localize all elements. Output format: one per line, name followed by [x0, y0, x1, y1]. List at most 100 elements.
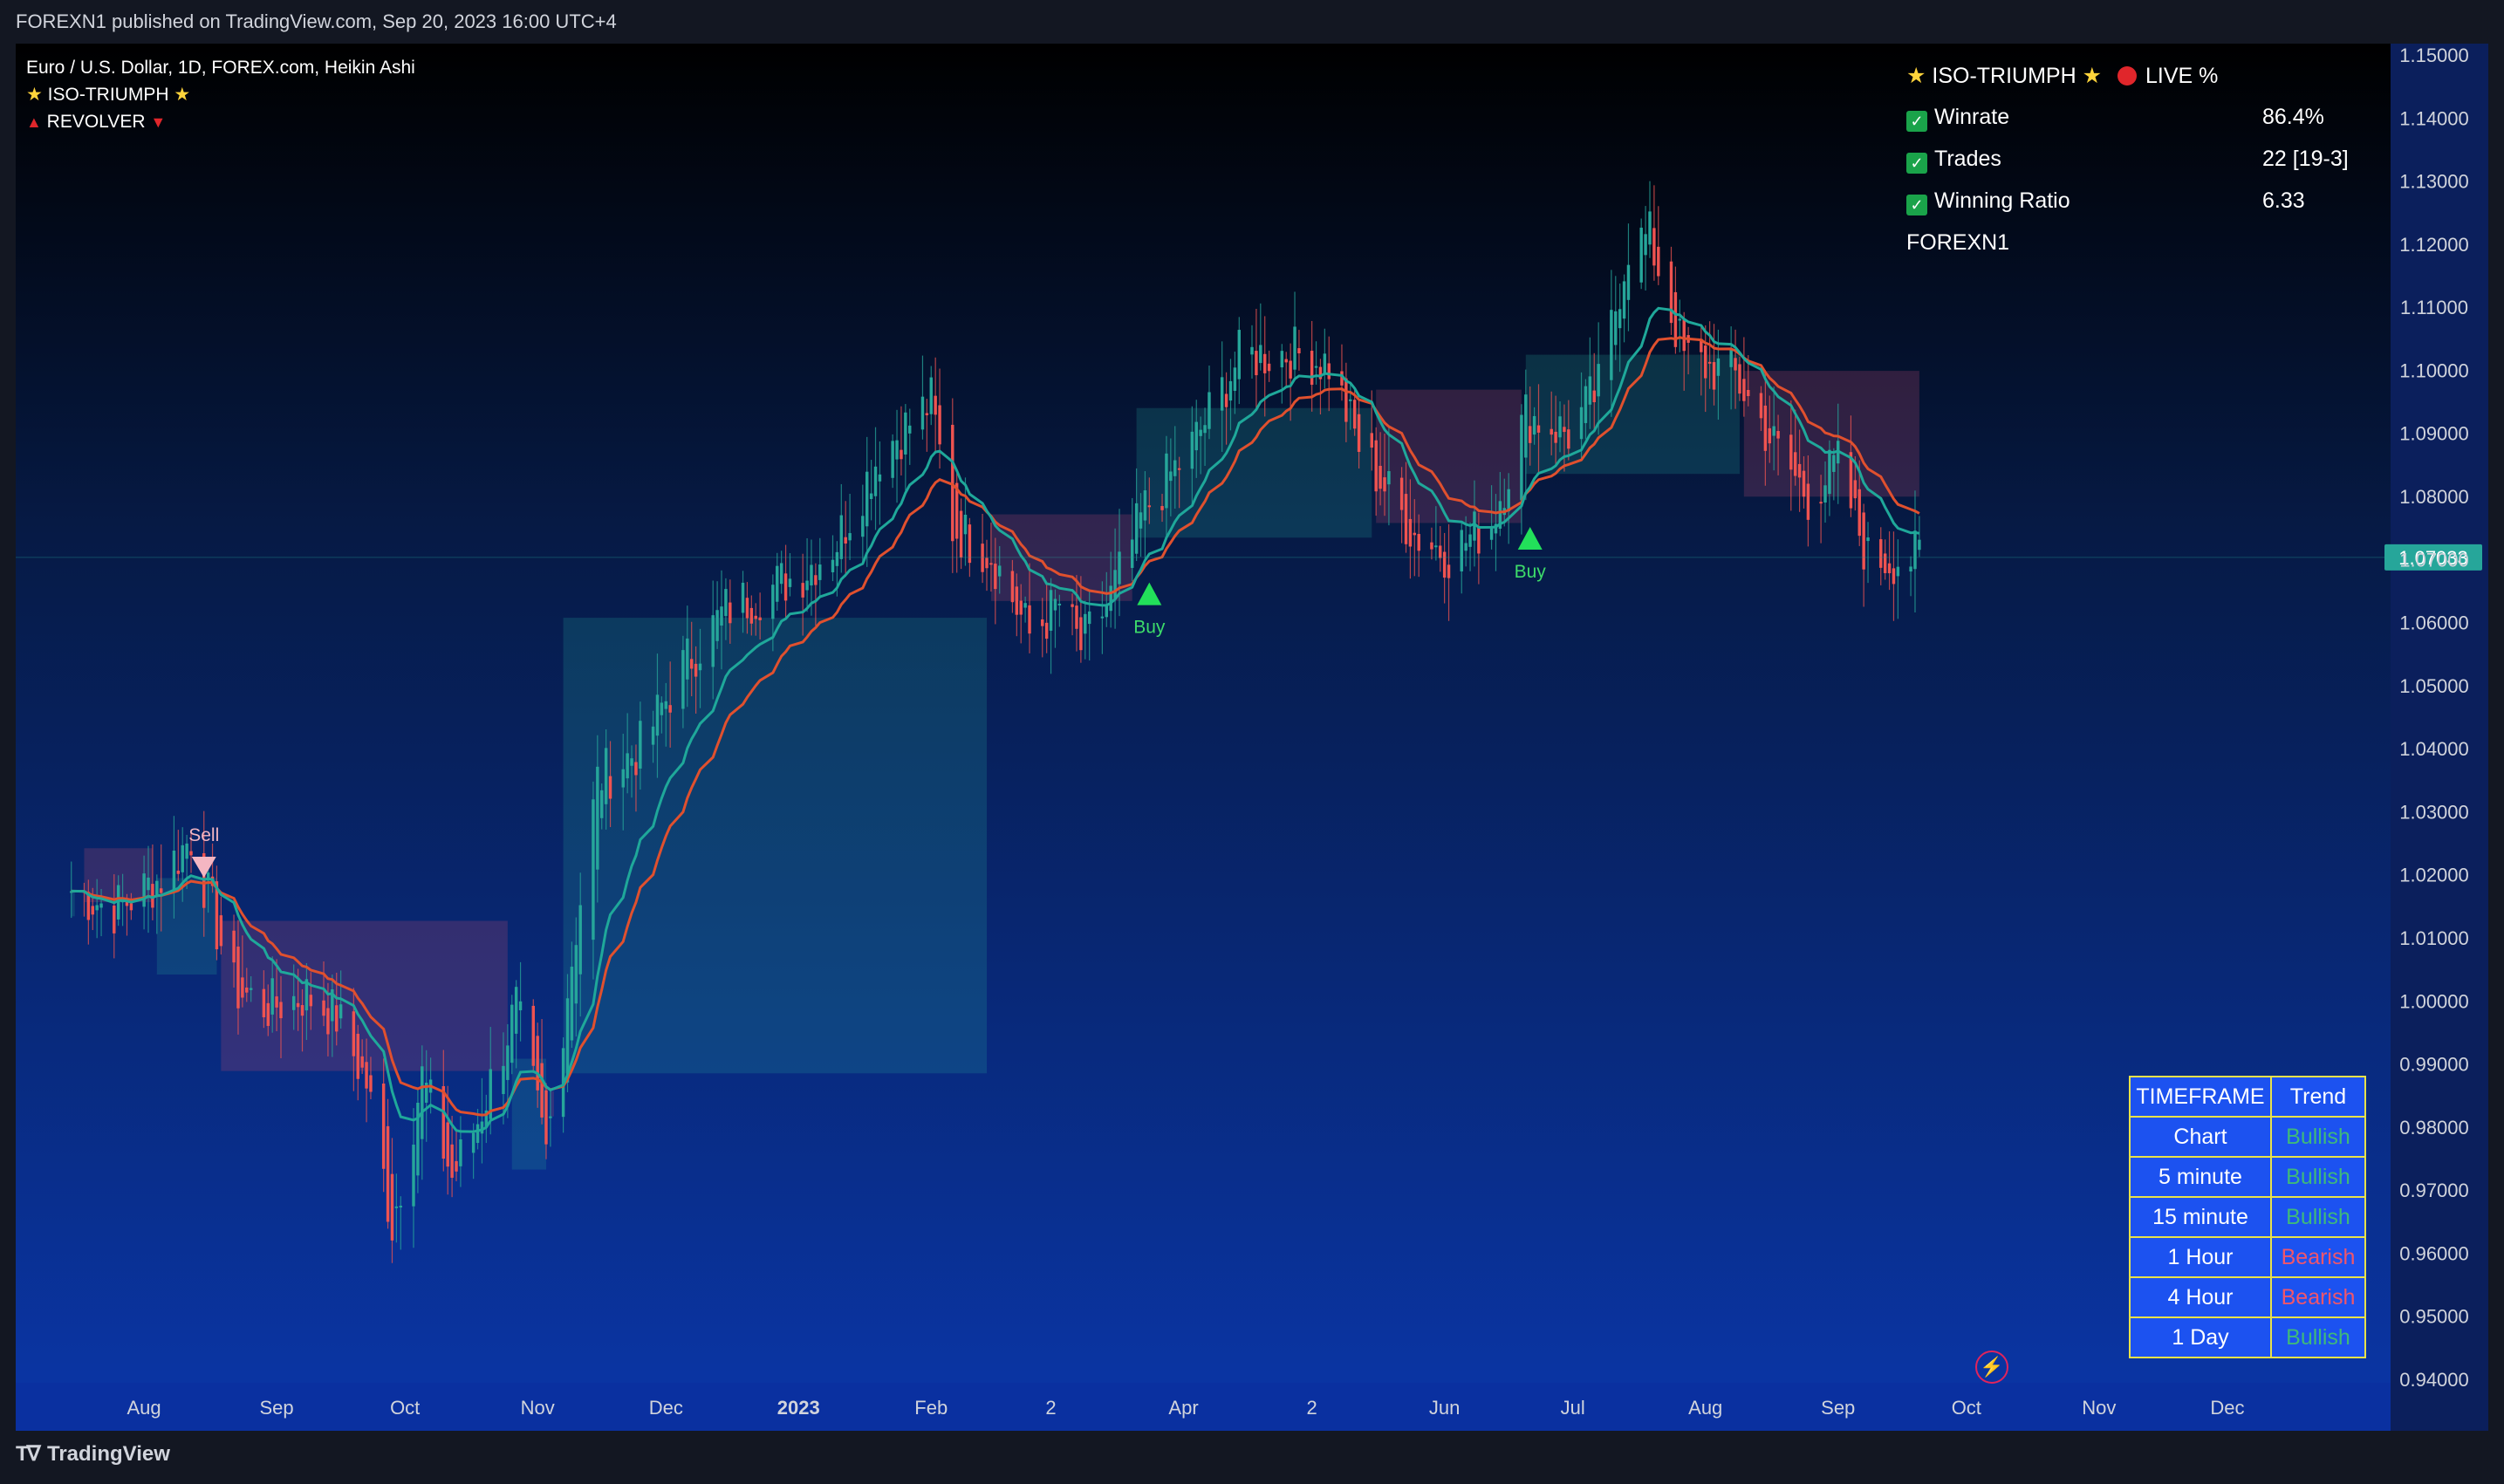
- y-tick-label: 0.97000: [2399, 1180, 2469, 1201]
- candle: [1823, 485, 1827, 503]
- candle: [1592, 390, 1596, 403]
- candle: [1041, 619, 1044, 626]
- candle: [681, 650, 685, 709]
- candle: [219, 915, 223, 947]
- candle: [1618, 309, 1622, 329]
- candle: [1224, 393, 1228, 407]
- candle: [1768, 427, 1771, 444]
- candle: [356, 1033, 359, 1079]
- candle: [279, 1002, 283, 1019]
- candle: [1489, 527, 1494, 540]
- stats-title: ISO-TRIUMPH: [1932, 64, 2076, 88]
- lightning-icon[interactable]: ⚡: [1975, 1351, 2008, 1384]
- candle: [1550, 428, 1553, 435]
- candle: [1862, 512, 1865, 570]
- candle: [1759, 393, 1763, 419]
- candle: [1738, 364, 1741, 394]
- x-tick-label: Dec: [2210, 1397, 2244, 1419]
- candle: [694, 663, 698, 677]
- candle: [600, 790, 604, 818]
- candle: [1100, 616, 1105, 619]
- candle: [749, 607, 754, 624]
- x-tick-label: Apr: [1168, 1397, 1198, 1419]
- candle: [1789, 434, 1793, 470]
- triangle-up-icon: ▲: [26, 113, 42, 131]
- candle: [241, 977, 244, 998]
- candle: [1374, 440, 1378, 492]
- candle: [720, 606, 723, 626]
- candle: [309, 995, 313, 1007]
- cloud-band: [563, 618, 988, 1074]
- candle: [985, 557, 989, 569]
- candle: [805, 580, 809, 591]
- indicator-iso-triumph[interactable]: ★ ISO-TRIUMPH ★: [26, 81, 415, 108]
- candle: [686, 638, 689, 680]
- candle: [1896, 566, 1900, 577]
- candle: [1310, 351, 1314, 386]
- candle: [865, 471, 869, 527]
- trend-row: 1 Hour Bearish: [2129, 1236, 2366, 1278]
- candle: [1678, 318, 1682, 321]
- candle: [848, 533, 852, 541]
- candle: [232, 930, 236, 963]
- candle: [1734, 358, 1737, 371]
- candle: [1250, 346, 1254, 355]
- candle: [1918, 539, 1921, 551]
- candle: [1079, 617, 1083, 651]
- tradingview-logo[interactable]: T∇ TradingView: [16, 1441, 170, 1467]
- trades-label: Trades: [1934, 147, 2001, 171]
- candle: [1349, 399, 1352, 401]
- candle: [531, 1005, 535, 1066]
- candle: [771, 585, 775, 619]
- star-icon: ★: [174, 85, 191, 105]
- candle: [506, 1045, 510, 1080]
- candle: [1075, 605, 1078, 629]
- y-tick-label: 1.11000: [2400, 297, 2468, 318]
- timeframe-cell: Chart: [2129, 1116, 2272, 1158]
- candle: [1327, 363, 1331, 380]
- trend-cell: Bearish: [2270, 1236, 2366, 1278]
- candle: [1682, 318, 1686, 352]
- candle: [1220, 377, 1224, 411]
- live-label: LIVE %: [2145, 64, 2219, 88]
- candle: [1776, 431, 1780, 439]
- candle: [664, 701, 667, 709]
- footer-bar: [0, 1431, 2504, 1484]
- sell-signal-label: Sell: [188, 825, 219, 845]
- candle: [1357, 414, 1361, 452]
- candle: [1588, 376, 1592, 405]
- candle: [729, 602, 732, 624]
- candle: [1464, 543, 1468, 551]
- candle: [322, 1000, 325, 1016]
- candle: [1716, 358, 1721, 376]
- symbol-title[interactable]: Euro / U.S. Dollar, 1D, FOREX.com, Heiki…: [26, 54, 415, 81]
- candle: [455, 1160, 458, 1172]
- time-axis-background: [16, 1383, 2391, 1431]
- candle: [480, 1121, 484, 1134]
- candle: [1622, 281, 1626, 319]
- trend-cell: Bullish: [2270, 1116, 2366, 1158]
- candle: [639, 721, 642, 769]
- candle: [1430, 542, 1433, 550]
- candle: [291, 995, 296, 1010]
- candle: [1237, 330, 1242, 380]
- candle: [844, 537, 847, 544]
- candle: [1118, 551, 1121, 585]
- y-tick-label: 0.96000: [2399, 1242, 2469, 1264]
- candle: [518, 1001, 523, 1011]
- candle: [1579, 407, 1584, 440]
- candle: [715, 610, 719, 641]
- candle: [1023, 603, 1027, 608]
- y-tick-label: 0.95000: [2399, 1306, 2469, 1328]
- indicator-revolver[interactable]: ▲ REVOLVER ▼: [26, 108, 415, 136]
- candle: [698, 663, 702, 671]
- x-tick-label: Jul: [1561, 1397, 1585, 1419]
- candle: [1143, 490, 1147, 521]
- candle: [1408, 518, 1413, 547]
- candle: [1228, 380, 1233, 401]
- candle: [779, 563, 783, 585]
- candle: [711, 615, 715, 667]
- timeframe-cell: 15 minute: [2129, 1196, 2272, 1238]
- y-tick-label: 1.15000: [2399, 44, 2469, 66]
- winrate-label: Winrate: [1934, 105, 2010, 129]
